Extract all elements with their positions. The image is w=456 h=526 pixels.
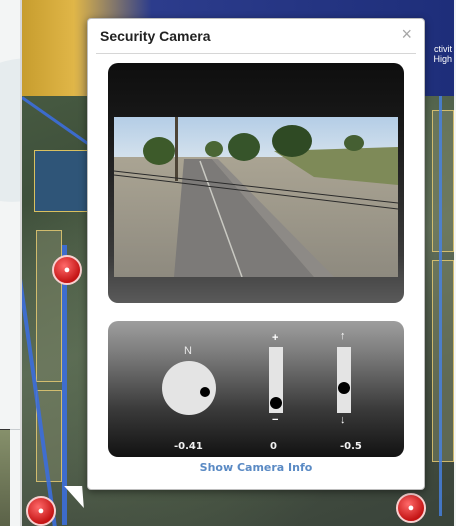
zoom-slider[interactable] — [269, 347, 283, 413]
show-camera-info-link[interactable]: Show Camera Info — [88, 461, 424, 474]
camera-popup: Security Camera × N + − ↑ ↓ -0.41 0 -0.5… — [87, 18, 425, 490]
map-header-line2: High — [433, 54, 452, 64]
pan-value: -0.41 — [174, 441, 203, 452]
camera-marker-icon[interactable]: ● — [52, 255, 82, 285]
compass-icon[interactable] — [162, 361, 216, 415]
camera-feed-image — [114, 117, 398, 277]
background-thumbnail — [0, 429, 10, 526]
map-header-line1: ctivit — [434, 44, 452, 54]
popup-divider — [96, 53, 416, 54]
camera-video-feed — [114, 117, 398, 277]
zoom-in-icon[interactable]: + — [272, 333, 278, 344]
tilt-slider-knob[interactable] — [338, 382, 350, 394]
camera-marker-icon[interactable]: ● — [26, 496, 56, 526]
compass-pan-knob[interactable] — [200, 387, 210, 397]
zoom-value: 0 — [270, 441, 277, 452]
camera-control-panel: N + − ↑ ↓ -0.41 0 -0.5 — [108, 321, 404, 457]
map-road — [22, 96, 89, 145]
map-road — [62, 245, 67, 525]
camera-marker-icon[interactable]: ● — [396, 493, 426, 523]
map-header-text: ctivit High — [433, 44, 452, 64]
camera-video-panel — [108, 63, 404, 303]
tilt-slider[interactable] — [337, 347, 351, 413]
close-icon[interactable]: × — [401, 25, 412, 43]
zoom-out-icon[interactable]: − — [272, 415, 278, 426]
compass-north-label: N — [184, 345, 192, 357]
tilt-down-icon[interactable]: ↓ — [340, 415, 346, 426]
map-block — [36, 230, 62, 382]
map-block — [432, 260, 454, 462]
map-block — [432, 110, 454, 252]
map-road — [439, 96, 442, 516]
popup-title: Security Camera — [100, 28, 211, 44]
zoom-slider-knob[interactable] — [270, 397, 282, 409]
tilt-value: -0.5 — [340, 441, 362, 452]
map-pond — [34, 150, 94, 212]
tilt-up-icon[interactable]: ↑ — [340, 331, 346, 342]
